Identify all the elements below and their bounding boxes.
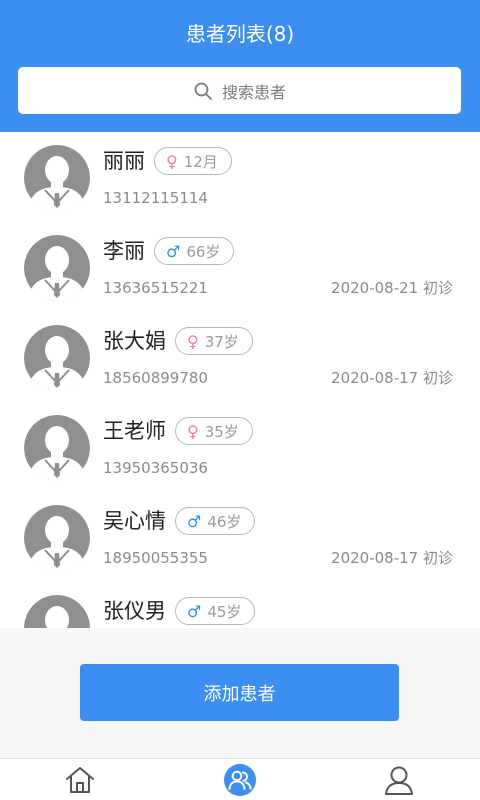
visit-date: 2020-08-21 初诊: [331, 279, 453, 297]
gender-age-badge: ♀ 35岁: [175, 417, 253, 445]
patient-list: 丽丽 ♀ 12月 13112115114 李丽 ♂ 66岁 1363651522…: [0, 132, 480, 628]
avatar: [24, 595, 90, 628]
patient-phone: 13112115114: [103, 189, 208, 207]
patient-phone: 13636515221: [103, 279, 208, 297]
patient-age: 45岁: [207, 602, 242, 621]
gender-icon: ♂: [187, 511, 202, 531]
tab-home[interactable]: [62, 762, 98, 798]
default-avatar-icon: [24, 505, 90, 571]
gender-age-badge: ♂ 45岁: [175, 597, 256, 625]
patient-name: 丽丽: [103, 149, 145, 173]
patient-row[interactable]: 丽丽 ♀ 12月 13112115114: [0, 132, 480, 222]
patient-name: 张大娟: [103, 329, 166, 353]
gender-age-badge: ♂ 66岁: [154, 237, 235, 265]
patient-age: 12月: [183, 152, 218, 171]
gender-icon: ♂: [166, 241, 181, 261]
gender-icon: ♀: [166, 151, 178, 171]
default-avatar-icon: [24, 415, 90, 481]
patient-name: 吴心情: [103, 509, 166, 533]
patient-row[interactable]: 张大娟 ♀ 37岁 18560899780 2020-08-17 初诊: [0, 312, 480, 402]
tab-profile[interactable]: [381, 762, 417, 798]
patient-row[interactable]: 张仪男 ♂ 45岁: [0, 582, 480, 628]
avatar: [24, 505, 90, 571]
default-avatar-icon: [24, 145, 90, 211]
profile-icon: [385, 766, 413, 795]
bottom-tab-bar: [0, 758, 480, 800]
avatar: [24, 235, 90, 301]
app: 患者列表(8) 搜索患者 丽丽 ♀ 12月 13112115114 李丽 ♂ 6…: [0, 0, 480, 800]
patient-name: 李丽: [103, 239, 145, 263]
patient-age: 66岁: [186, 242, 221, 261]
add-patient-button[interactable]: 添加患者: [80, 664, 399, 721]
avatar: [24, 145, 90, 211]
patient-name: 张仪男: [103, 599, 166, 623]
gender-age-badge: ♀ 12月: [154, 147, 232, 175]
search-placeholder: 搜索患者: [221, 82, 286, 102]
patients-icon: [224, 764, 256, 796]
gender-icon: ♀: [187, 421, 199, 441]
gender-age-badge: ♀ 37岁: [175, 327, 253, 355]
search-input[interactable]: 搜索患者: [18, 67, 461, 114]
patient-age: 35岁: [204, 422, 239, 441]
visit-date: 2020-08-17 初诊: [331, 549, 453, 567]
patient-phone: 13950365036: [103, 459, 208, 477]
avatar: [24, 325, 90, 391]
tab-patients[interactable]: [222, 762, 258, 798]
search-icon: [194, 82, 212, 100]
visit-date: 2020-08-17 初诊: [331, 369, 453, 387]
patient-row[interactable]: 王老师 ♀ 35岁 13950365036: [0, 402, 480, 492]
gender-icon: ♂: [187, 601, 202, 621]
gender-age-badge: ♂ 46岁: [175, 507, 256, 535]
patient-age: 46岁: [207, 512, 242, 531]
patient-phone: 18560899780: [103, 369, 208, 387]
patient-row[interactable]: 吴心情 ♂ 46岁 18950055355 2020-08-17 初诊: [0, 492, 480, 582]
home-icon: [66, 767, 94, 793]
patient-row[interactable]: 李丽 ♂ 66岁 13636515221 2020-08-21 初诊: [0, 222, 480, 312]
patient-phone: 18950055355: [103, 549, 208, 567]
default-avatar-icon: [24, 235, 90, 301]
page-title: 患者列表(8): [185, 22, 295, 46]
header: 患者列表(8) 搜索患者: [0, 0, 480, 132]
gender-icon: ♀: [187, 331, 199, 351]
patient-age: 37岁: [204, 332, 239, 351]
patient-name: 王老师: [103, 419, 166, 443]
default-avatar-icon: [24, 325, 90, 391]
avatar: [24, 415, 90, 481]
default-avatar-icon: [24, 595, 90, 628]
action-area: 添加患者: [0, 628, 480, 758]
